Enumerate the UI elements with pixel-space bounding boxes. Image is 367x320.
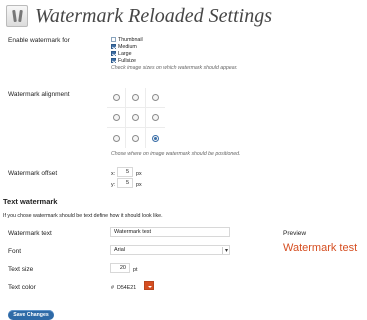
align-middle-left-radio[interactable] — [112, 114, 120, 121]
save-changes-button[interactable]: Save Changes — [8, 310, 54, 320]
watermark-preview-text: Watermark test — [283, 242, 358, 254]
alignment-cell-middle-left[interactable] — [107, 108, 127, 128]
alignment-grid — [107, 88, 165, 148]
text-size-unit: pt — [133, 267, 138, 273]
enable-watermark-label: Enable watermark for — [8, 37, 70, 44]
chevron-down-icon[interactable]: ▾ — [221, 246, 228, 254]
text-color-label: Text color — [8, 284, 36, 291]
image-size-options: Thumbnail Medium Large Fullsize Check im… — [111, 36, 238, 71]
alignment-cell-middle-center[interactable] — [126, 108, 146, 128]
alignment-cell-top-right[interactable] — [145, 88, 165, 108]
image-size-hint: Check image sizes on which watermark sho… — [111, 65, 238, 71]
align-bottom-left-radio[interactable] — [112, 134, 120, 142]
fullsize-checkbox[interactable] — [111, 58, 116, 63]
medium-label: Medium — [118, 43, 137, 50]
medium-checkbox[interactable] — [111, 44, 116, 49]
thumbnail-label: Thumbnail — [118, 36, 143, 43]
text-size-input[interactable]: 20 — [110, 263, 130, 273]
alignment-cell-middle-right[interactable] — [145, 108, 165, 128]
offset-y-label: y: — [111, 182, 116, 188]
large-checkbox[interactable] — [111, 51, 116, 56]
settings-icon — [6, 5, 28, 27]
align-top-left-radio[interactable] — [112, 94, 120, 101]
align-middle-center-radio[interactable] — [131, 114, 139, 121]
color-picker-icon[interactable] — [144, 281, 154, 290]
align-top-center-radio[interactable] — [131, 94, 139, 101]
page-title: Watermark Reloaded Settings — [35, 4, 273, 27]
font-select-value: Arial — [114, 247, 126, 253]
color-hash: # — [111, 285, 114, 291]
alignment-label: Watermark alignment — [8, 91, 70, 98]
offset-label: Watermark offset — [8, 170, 58, 177]
align-top-right-radio[interactable] — [151, 94, 159, 101]
option-medium[interactable]: Medium — [111, 43, 238, 50]
watermark-text-input[interactable]: Watermark test — [110, 227, 230, 237]
text-color-value[interactable]: D54E21 — [117, 285, 136, 291]
align-bottom-right-radio[interactable] — [151, 134, 159, 142]
alignment-cell-bottom-right[interactable] — [146, 128, 165, 148]
text-watermark-heading: Text watermark — [3, 197, 58, 206]
offset-y-unit: px — [136, 182, 142, 188]
large-label: Large — [118, 50, 132, 57]
font-label: Font — [8, 248, 22, 255]
alignment-hint: Chose where on image watermark should be… — [111, 151, 241, 157]
page-header: Watermark Reloaded Settings — [6, 3, 272, 29]
alignment-cell-bottom-center[interactable] — [126, 128, 146, 148]
watermark-text-label: Watermark text — [8, 230, 52, 237]
offset-y-input[interactable]: 5 — [117, 178, 133, 188]
text-watermark-description: If you chose watermark should be text de… — [3, 213, 163, 219]
fullsize-label: Fullsize — [118, 57, 136, 64]
preview-label: Preview — [283, 230, 307, 237]
option-thumbnail[interactable]: Thumbnail — [111, 36, 238, 43]
offset-x-unit: px — [136, 171, 142, 177]
option-fullsize[interactable]: Fullsize — [111, 57, 238, 64]
text-size-label: Text size — [8, 266, 34, 273]
font-select[interactable]: Arial ▾ — [110, 245, 230, 255]
offset-x-label: x: — [111, 171, 116, 177]
thumbnail-checkbox[interactable] — [111, 37, 116, 42]
align-middle-right-radio[interactable] — [151, 114, 159, 121]
alignment-cell-top-center[interactable] — [126, 88, 146, 108]
align-bottom-center-radio[interactable] — [131, 134, 139, 142]
alignment-cell-bottom-left[interactable] — [107, 128, 127, 148]
option-large[interactable]: Large — [111, 50, 238, 57]
alignment-cell-top-left[interactable] — [107, 88, 127, 108]
offset-x-input[interactable]: 5 — [117, 167, 133, 177]
